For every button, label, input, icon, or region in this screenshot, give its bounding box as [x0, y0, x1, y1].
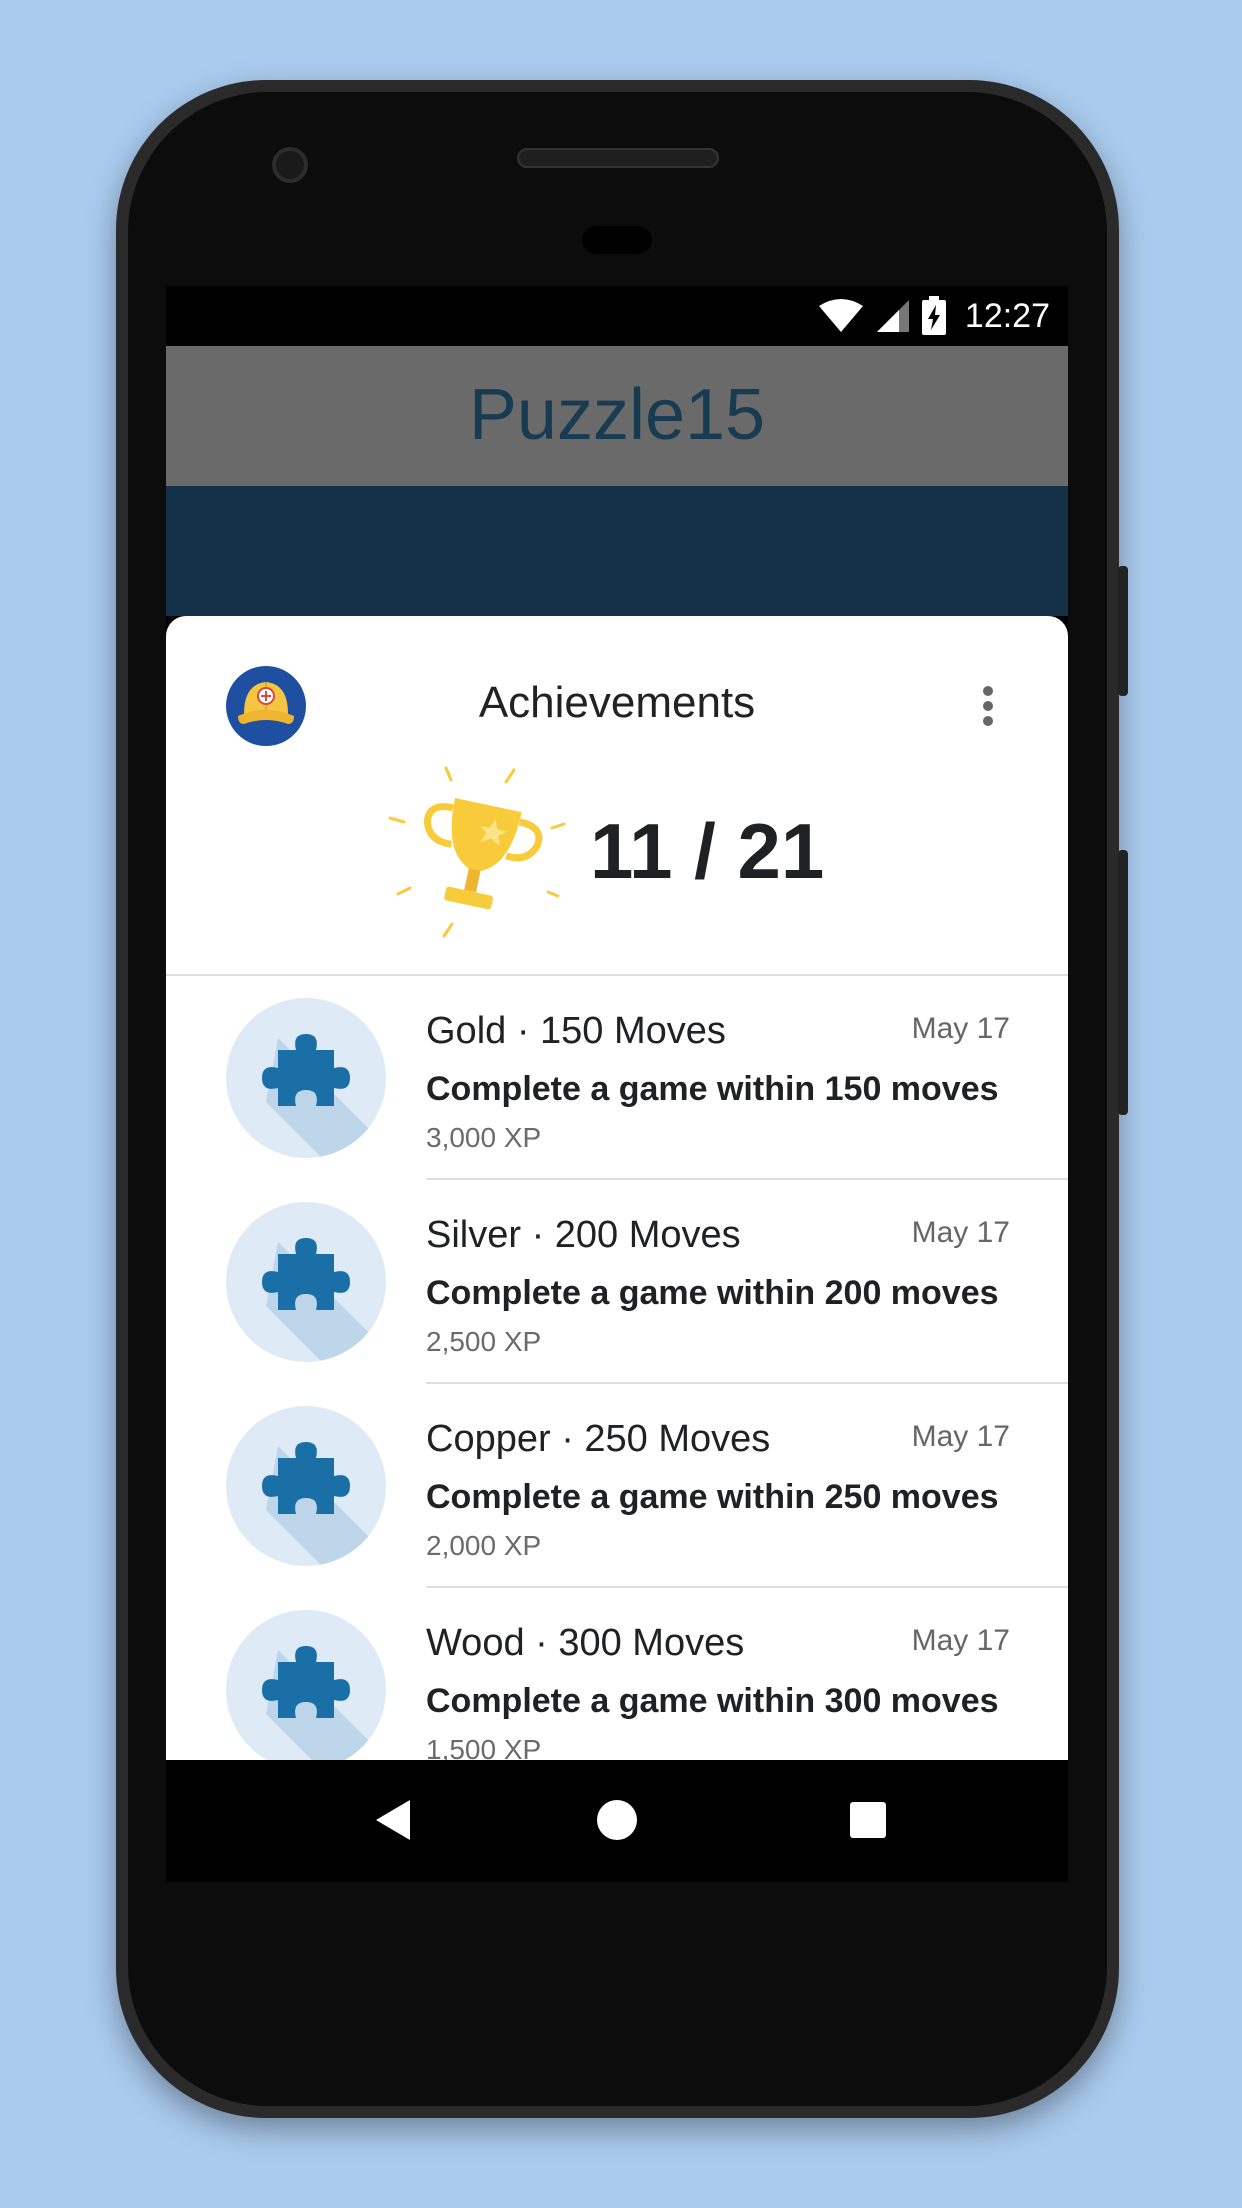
earpiece-speaker [517, 148, 719, 168]
puzzle-piece-icon [226, 998, 386, 1158]
home-icon[interactable] [587, 1790, 647, 1850]
achievement-name: Silver · 200 Moves [426, 1214, 741, 1256]
achievement-xp: 3,000 XP [426, 1122, 542, 1153]
puzzle-piece-icon [226, 1406, 386, 1566]
app-content-band [166, 486, 1068, 616]
front-camera [272, 147, 308, 183]
achievement-description: Complete a game within 150 moves [426, 1070, 999, 1108]
puzzle-piece-icon [226, 1202, 386, 1362]
achievement-description: Complete a game within 200 moves [426, 1274, 999, 1312]
achievement-date: May 17 [911, 1216, 1010, 1249]
recents-icon[interactable] [838, 1790, 898, 1850]
proximity-sensor [582, 226, 652, 254]
achievement-name: Gold · 150 Moves [426, 1010, 726, 1052]
sheet-title: Achievements [478, 678, 756, 727]
puzzle-piece-icon [226, 1610, 386, 1760]
achievement-description: Complete a game within 250 moves [426, 1478, 999, 1516]
navigation-bar [166, 1760, 1068, 1882]
achievement-date: May 17 [911, 1624, 1010, 1657]
trophy-icon [388, 764, 568, 944]
app-bar: Puzzle15 [166, 346, 1068, 486]
app-title: Puzzle15 [468, 375, 766, 455]
achievement-score: 11 / 21 [590, 807, 825, 895]
achievement-xp: 1,500 XP [426, 1734, 542, 1760]
achievement-item[interactable]: Copper · 250 Moves May 17 Complete a gam… [166, 1384, 1068, 1588]
achievement-name: Copper · 250 Moves [426, 1418, 771, 1460]
back-icon[interactable] [362, 1790, 422, 1850]
status-bar: 12:27 [166, 286, 1068, 346]
achievement-item[interactable]: Gold · 150 Moves May 17 Complete a game … [166, 976, 1068, 1180]
achievement-xp: 2,500 XP [426, 1326, 542, 1357]
screen: 12:27 Puzzle15 Achievements 11 / 21 Gold… [166, 286, 1068, 1882]
more-vert-icon[interactable] [968, 676, 1008, 736]
achievement-date: May 17 [911, 1420, 1010, 1453]
wifi-icon [818, 299, 863, 332]
achievement-list: Gold · 150 Moves May 17 Complete a game … [166, 976, 1068, 1760]
volume-button [1118, 566, 1128, 696]
status-icons: 12:27 [817, 296, 1050, 336]
signal-icon [876, 300, 909, 332]
achievement-name: Wood · 300 Moves [426, 1622, 745, 1664]
achievement-item[interactable]: Silver · 200 Moves May 17 Complete a gam… [166, 1180, 1068, 1384]
achievement-description: Complete a game within 300 moves [426, 1682, 999, 1720]
achievement-item[interactable]: Wood · 300 Moves May 17 Complete a game … [166, 1588, 1068, 1760]
achievement-date: May 17 [911, 1012, 1010, 1045]
achievements-sheet: Achievements 11 / 21 Gold · 150 Moves Ma… [166, 616, 1068, 1760]
battery-charging-icon [921, 296, 946, 335]
status-time: 12:27 [964, 296, 1050, 335]
achievement-xp: 2,000 XP [426, 1530, 542, 1561]
power-button [1118, 850, 1128, 1115]
